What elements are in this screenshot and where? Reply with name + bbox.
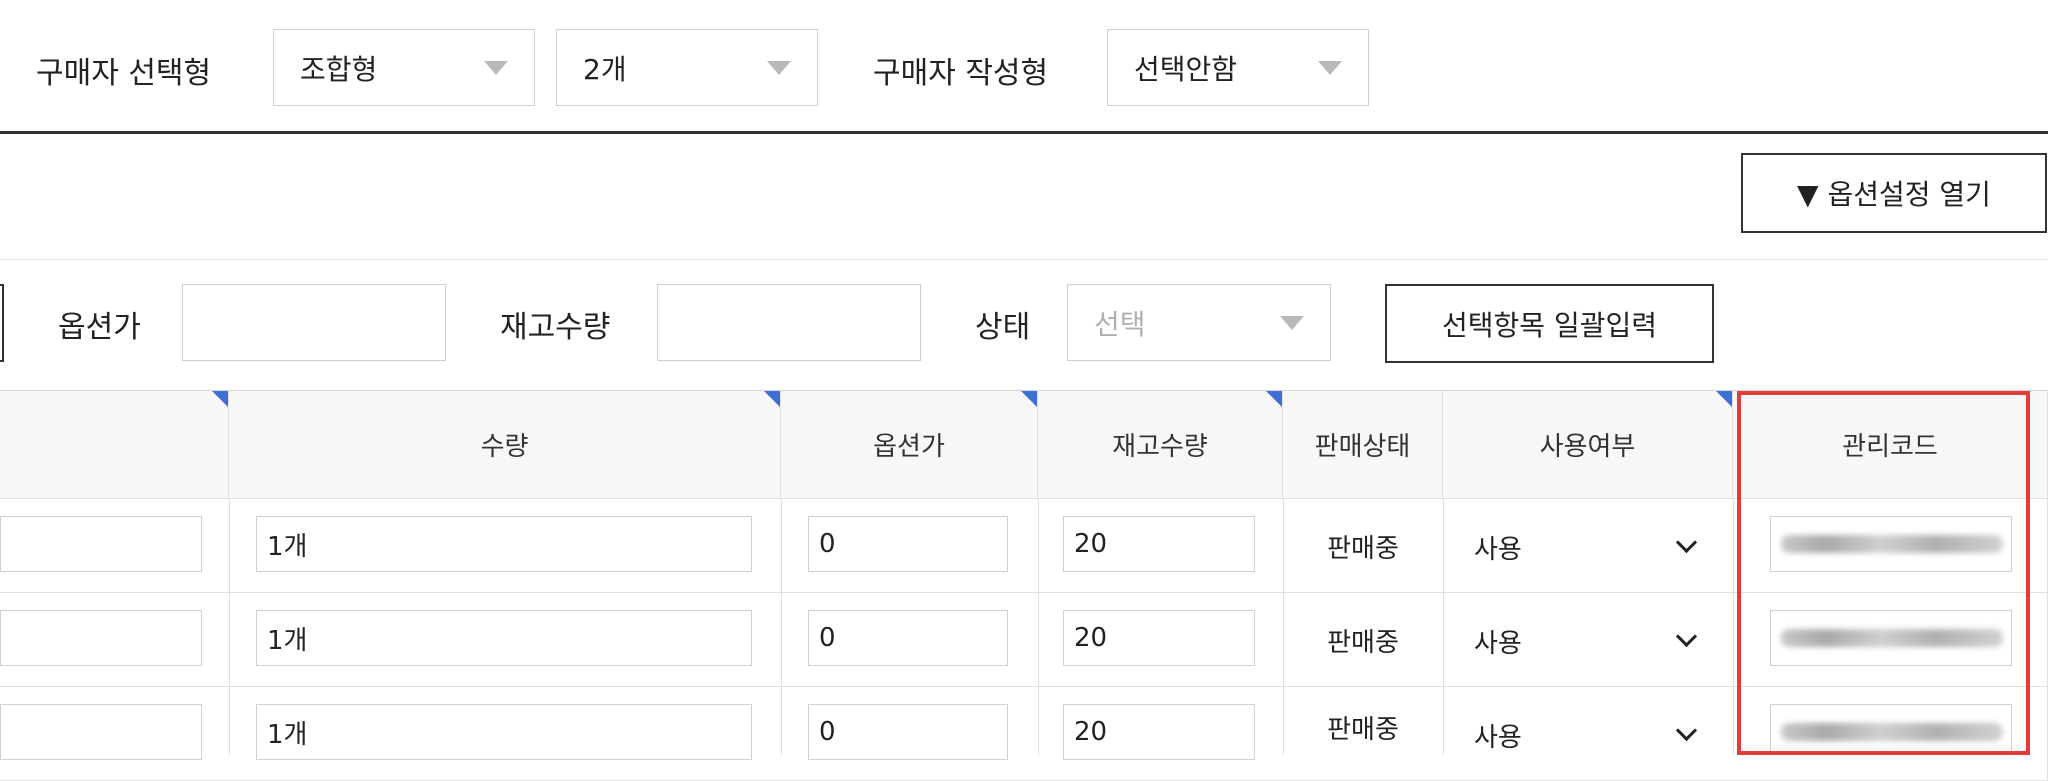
option-price-input[interactable]: 0 [808, 516, 1008, 572]
bulk-prev-button-edge[interactable] [0, 284, 4, 362]
settings-divider [0, 259, 2048, 260]
bulk-stock-input[interactable] [657, 284, 921, 361]
option-price-value: 0 [819, 717, 836, 747]
chevron-down-icon [1675, 531, 1698, 554]
management-code-highlight-box [1737, 391, 2030, 755]
buyer-write-label: 구매자 작성형 [873, 56, 1049, 91]
bulk-status-select[interactable]: 선택 [1067, 284, 1331, 361]
header-sale-status: 판매상태 [1283, 391, 1443, 499]
option-price-value: 0 [819, 623, 836, 653]
option-name-input[interactable] [0, 610, 202, 666]
chevron-down-icon [1675, 625, 1698, 648]
required-marker-icon [1021, 391, 1037, 407]
option-count-select[interactable]: 2개 [556, 29, 818, 106]
status-placeholder: 선택 [1094, 307, 1146, 341]
sale-status-text: 판매중 [1327, 533, 1399, 564]
stock-input[interactable]: 20 [1063, 610, 1255, 666]
dropdown-arrow-icon [1318, 60, 1342, 75]
buyer-select-label: 구매자 선택형 [36, 56, 212, 91]
column-divider [229, 593, 230, 687]
combination-type-value: 조합형 [300, 52, 378, 86]
dropdown-arrow-icon [484, 60, 508, 75]
header-sale-status-label: 판매상태 [1314, 432, 1411, 462]
column-divider [1733, 593, 1734, 687]
stock-input[interactable]: 20 [1063, 516, 1255, 572]
header-option-price: 옵션가 [781, 391, 1038, 499]
column-divider [1733, 687, 1734, 755]
stock-value: 20 [1074, 529, 1108, 559]
status-label: 상태 [975, 310, 1031, 345]
required-marker-icon [1716, 391, 1732, 407]
column-divider [1443, 687, 1444, 755]
column-divider [1443, 593, 1444, 687]
bulk-apply-button[interactable]: 선택항목 일괄입력 [1385, 284, 1714, 363]
chevron-down-icon [1675, 719, 1698, 742]
dropdown-arrow-icon [1280, 315, 1304, 330]
section-divider [0, 131, 2048, 134]
option-price-value: 0 [819, 529, 836, 559]
required-marker-icon [212, 391, 228, 407]
stock-input[interactable]: 20 [1063, 704, 1255, 760]
quantity-value: 1개 [267, 531, 308, 562]
quantity-value: 1개 [267, 719, 308, 750]
column-divider [1038, 593, 1039, 687]
column-divider [781, 593, 782, 687]
dropdown-arrow-icon [767, 60, 791, 75]
option-price-input[interactable]: 0 [808, 610, 1008, 666]
option-price-input[interactable]: 0 [808, 704, 1008, 760]
price-label: 옵션가 [58, 310, 141, 345]
quantity-input[interactable]: 1개 [256, 516, 752, 572]
sale-status-text: 판매중 [1327, 714, 1399, 745]
use-select[interactable]: 사용 [1460, 603, 1720, 677]
required-marker-icon [1266, 391, 1282, 407]
header-option-price-label: 옵션가 [873, 432, 945, 462]
quantity-input[interactable]: 1개 [256, 704, 752, 760]
column-divider [781, 687, 782, 755]
option-name-input[interactable] [0, 516, 202, 572]
option-settings-toggle-button[interactable]: ▼ 옵션설정 열기 [1741, 153, 2047, 233]
bulk-apply-label: 선택항목 일괄입력 [1442, 308, 1657, 342]
stock-label: 재고수량 [500, 310, 611, 345]
option-name-input[interactable] [0, 704, 202, 760]
use-select-value: 사용 [1474, 535, 1522, 565]
buyer-write-select[interactable]: 선택안함 [1107, 29, 1369, 106]
bulk-price-input[interactable] [182, 284, 446, 361]
header-stock: 재고수량 [1038, 391, 1283, 499]
option-count-value: 2개 [583, 52, 627, 86]
column-divider [229, 687, 230, 755]
use-select[interactable]: 사용 [1460, 509, 1720, 583]
stock-value: 20 [1074, 717, 1108, 747]
stock-value: 20 [1074, 623, 1108, 653]
option-settings-toggle-label: ▼ 옵션설정 열기 [1797, 178, 1991, 211]
quantity-input[interactable]: 1개 [256, 610, 752, 666]
header-stock-label: 재고수량 [1112, 432, 1208, 462]
header-use: 사용여부 [1443, 391, 1733, 499]
sale-status-text: 판매중 [1327, 627, 1399, 658]
quantity-value: 1개 [267, 625, 308, 656]
required-marker-icon [764, 391, 780, 407]
use-select-value: 사용 [1474, 629, 1522, 659]
column-divider [1038, 687, 1039, 755]
header-use-label: 사용여부 [1539, 432, 1636, 462]
header-quantity: 수량 [229, 391, 781, 499]
use-select[interactable]: 사용 [1460, 697, 1720, 755]
header-option-name [0, 391, 229, 499]
buyer-write-value: 선택안함 [1134, 52, 1238, 86]
combination-type-select[interactable]: 조합형 [273, 29, 535, 106]
use-select-value: 사용 [1474, 723, 1522, 753]
header-quantity-label: 수량 [480, 432, 529, 462]
